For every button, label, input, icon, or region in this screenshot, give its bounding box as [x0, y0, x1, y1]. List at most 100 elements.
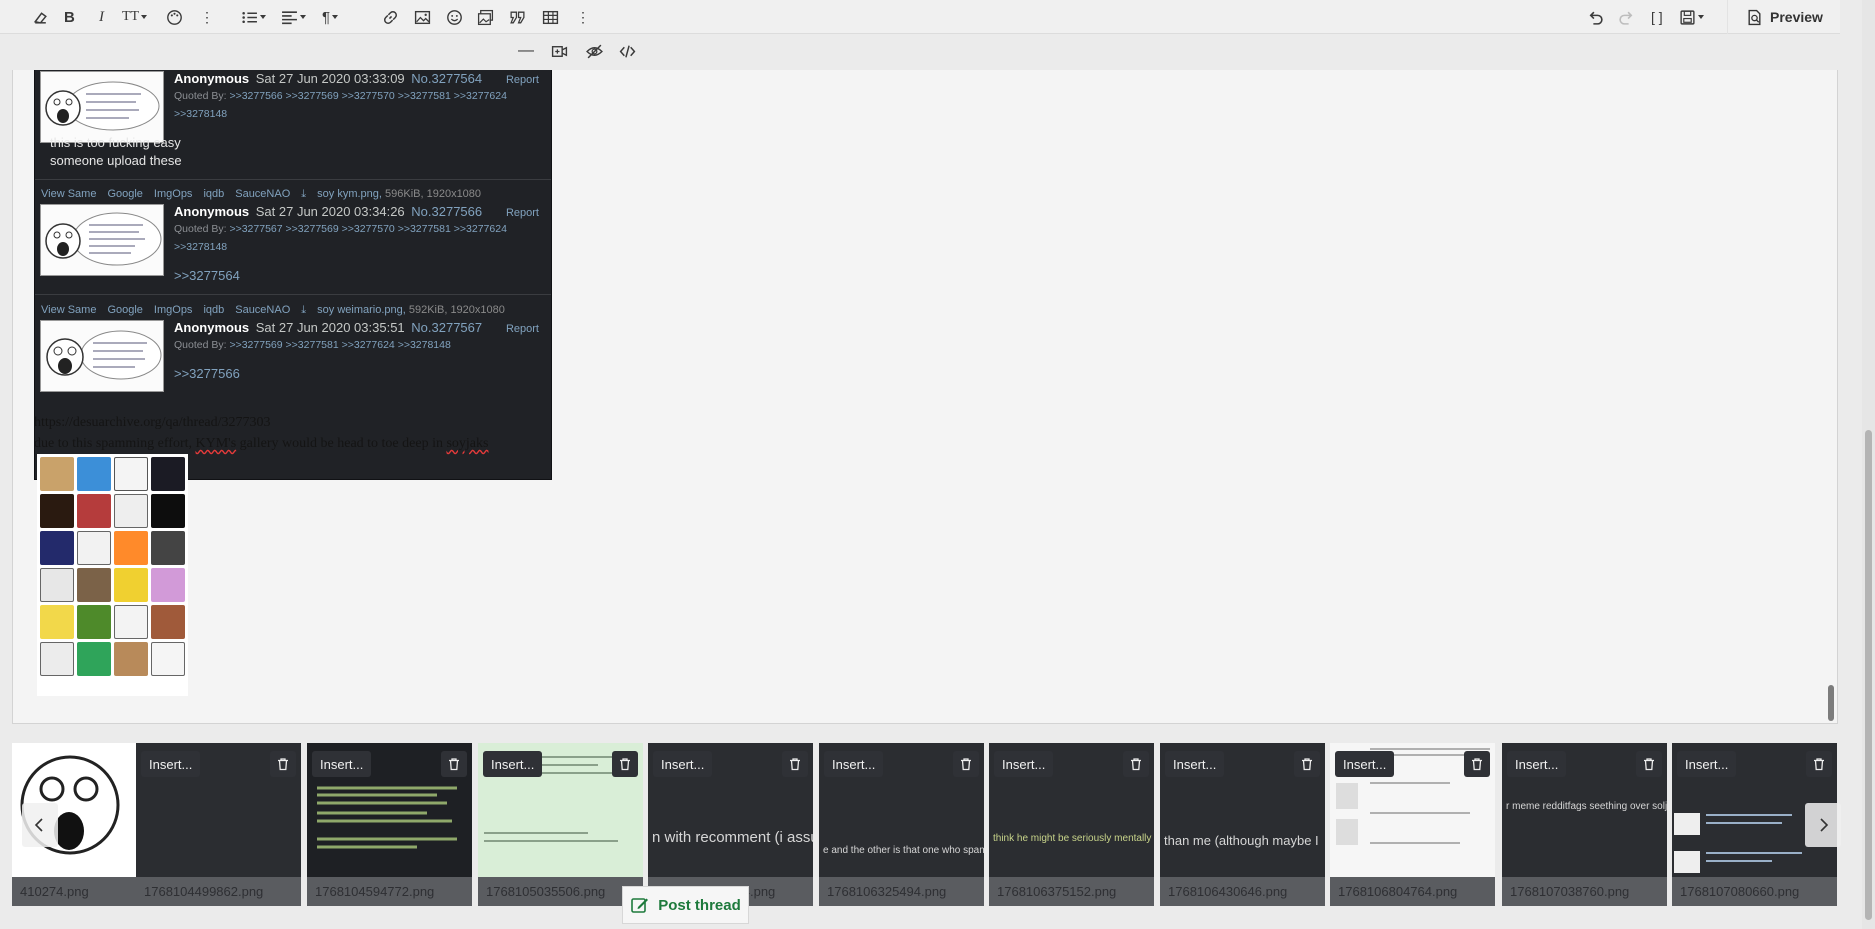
- quote-icon[interactable]: [509, 6, 526, 28]
- quote-link[interactable]: >>3277569: [286, 90, 339, 102]
- insert-button[interactable]: Insert...: [1335, 751, 1395, 777]
- attachment-item[interactable]: think he might be seriously mentally i I…: [989, 743, 1154, 906]
- gallery-icon[interactable]: [477, 6, 494, 28]
- remove-format-icon[interactable]: [32, 6, 49, 28]
- misspelled-word[interactable]: KYM's: [196, 436, 237, 451]
- file-link[interactable]: soy weimario.png: [317, 304, 403, 316]
- post-body[interactable]: >>3277566: [174, 365, 240, 383]
- report-link[interactable]: Report: [506, 207, 539, 219]
- delete-attachment-button[interactable]: [1123, 751, 1149, 777]
- delete-attachment-button[interactable]: [1806, 751, 1832, 777]
- palette-icon[interactable]: [166, 6, 183, 28]
- iqdb-link[interactable]: iqdb: [203, 188, 224, 201]
- attachment-item[interactable]: than me (although maybe I Insert... 1768…: [1160, 743, 1325, 906]
- bullet-list-icon[interactable]: [241, 6, 266, 28]
- view-same-link[interactable]: View Same: [41, 188, 96, 201]
- imgops-link[interactable]: ImgOps: [154, 304, 193, 317]
- preview-button[interactable]: Preview: [1727, 0, 1840, 34]
- insert-button[interactable]: Insert...: [1165, 751, 1225, 777]
- iqdb-link[interactable]: iqdb: [203, 304, 224, 317]
- post-body[interactable]: >>3277564: [174, 267, 240, 285]
- insert-button[interactable]: Insert...: [483, 751, 543, 777]
- quote-link[interactable]: >>3278148: [398, 339, 451, 351]
- code-icon[interactable]: [619, 40, 636, 62]
- delete-attachment-button[interactable]: [953, 751, 979, 777]
- editor-content[interactable]: Anonymous Sat 27 Jun 2020 03:33:09 No.32…: [12, 70, 1838, 724]
- undo-icon[interactable]: [1587, 6, 1604, 28]
- delete-attachment-button[interactable]: [782, 751, 808, 777]
- post-thread-button[interactable]: Post thread: [622, 886, 749, 924]
- delete-attachment-button[interactable]: [612, 751, 638, 777]
- spoiler-icon[interactable]: [586, 40, 603, 62]
- quote-link[interactable]: >>3277581: [398, 223, 451, 235]
- insert-button[interactable]: Insert...: [312, 751, 372, 777]
- imgops-link[interactable]: ImgOps: [154, 188, 193, 201]
- image-icon[interactable]: [414, 6, 431, 28]
- strip-next-button[interactable]: [1805, 803, 1841, 847]
- download-icon[interactable]: ⤓: [301, 188, 306, 201]
- attachment-item[interactable]: Insert... 1768104499862.png: [136, 743, 301, 906]
- delete-attachment-button[interactable]: [1464, 751, 1490, 777]
- drafts-icon[interactable]: [1679, 6, 1704, 28]
- google-link[interactable]: Google: [107, 188, 142, 201]
- more-options-icon[interactable]: ⋮: [200, 6, 214, 28]
- embedded-gallery-image[interactable]: [37, 454, 188, 696]
- page-scroll-thumb[interactable]: [1865, 430, 1872, 920]
- emoji-icon[interactable]: [446, 6, 463, 28]
- delete-attachment-button[interactable]: [441, 751, 467, 777]
- attachment-item[interactable]: Insert... 1768104594772.png: [307, 743, 472, 906]
- italic-icon[interactable]: I: [99, 6, 104, 28]
- report-link[interactable]: Report: [506, 323, 539, 335]
- redo-icon[interactable]: [1618, 6, 1635, 28]
- more-insert-icon[interactable]: ⋮: [576, 6, 590, 28]
- align-icon[interactable]: [281, 6, 306, 28]
- paragraph-icon[interactable]: ¶: [322, 6, 339, 28]
- strip-prev-button[interactable]: [22, 803, 58, 847]
- editor-scroll-thumb[interactable]: [1828, 685, 1834, 721]
- quote-link[interactable]: >>3277624: [454, 90, 507, 102]
- quote-link[interactable]: >>3277570: [342, 223, 395, 235]
- quote-link[interactable]: >>3277569: [286, 223, 339, 235]
- insert-button[interactable]: Insert...: [1507, 751, 1567, 777]
- delete-attachment-button[interactable]: [270, 751, 296, 777]
- saucenao-link[interactable]: SauceNAO: [235, 304, 290, 317]
- report-link[interactable]: Report: [506, 74, 539, 86]
- post-number[interactable]: No.3277566: [411, 204, 482, 219]
- insert-button[interactable]: Insert...: [824, 751, 884, 777]
- editor-scrollbar[interactable]: [1825, 70, 1837, 723]
- delete-attachment-button[interactable]: [1636, 751, 1662, 777]
- quote-link[interactable]: >>3277624: [342, 339, 395, 351]
- insert-button[interactable]: Insert...: [653, 751, 713, 777]
- horizontal-rule-icon[interactable]: —: [518, 40, 534, 62]
- bbcode-icon[interactable]: [ ]: [1651, 6, 1663, 28]
- insert-button[interactable]: Insert...: [994, 751, 1054, 777]
- quote-link[interactable]: >>3277567: [229, 223, 282, 235]
- quote-link[interactable]: >>3277569: [229, 339, 282, 351]
- quote-link[interactable]: >>3278148: [174, 108, 227, 120]
- quote-link[interactable]: >>3277581: [398, 90, 451, 102]
- post-number[interactable]: No.3277567: [411, 320, 482, 335]
- download-icon[interactable]: ⤓: [301, 304, 306, 317]
- attachment-item[interactable]: Insert... 1768106804764.png: [1330, 743, 1495, 906]
- delete-attachment-button[interactable]: [1294, 751, 1320, 777]
- page-scrollbar[interactable]: [1862, 0, 1875, 929]
- insert-button[interactable]: Insert...: [1677, 751, 1737, 777]
- view-same-link[interactable]: View Same: [41, 304, 96, 317]
- quote-link[interactable]: >>3277624: [454, 223, 507, 235]
- quote-link[interactable]: >>3277570: [342, 90, 395, 102]
- text-size-icon[interactable]: TT: [122, 6, 148, 28]
- quote-link[interactable]: >>3277581: [286, 339, 339, 351]
- link-icon[interactable]: [382, 6, 399, 28]
- attachment-item[interactable]: n with recomment (i assu Insert... 17681…: [648, 743, 813, 906]
- insert-button[interactable]: Insert...: [141, 751, 201, 777]
- bold-icon[interactable]: B: [64, 6, 75, 28]
- quote-link[interactable]: >>3278148: [174, 241, 227, 253]
- quote-link[interactable]: >>3277566: [229, 90, 282, 102]
- media-embed-icon[interactable]: [551, 40, 568, 62]
- file-link[interactable]: soy kym.png: [317, 188, 379, 200]
- attachment-item[interactable]: r meme redditfags seething over soljaks.…: [1502, 743, 1667, 906]
- saucenao-link[interactable]: SauceNAO: [235, 188, 290, 201]
- attachment-item[interactable]: e and the other is that one who spams In…: [819, 743, 984, 906]
- post-number[interactable]: No.3277564: [411, 71, 482, 86]
- google-link[interactable]: Google: [107, 304, 142, 317]
